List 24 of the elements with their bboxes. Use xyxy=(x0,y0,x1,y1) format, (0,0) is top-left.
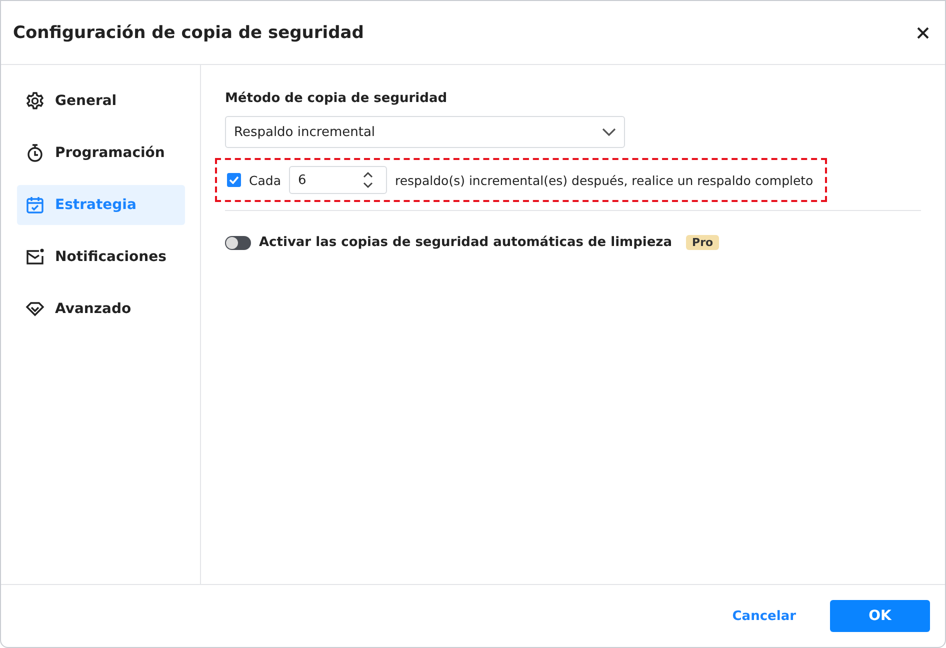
checkbox-label: Cada xyxy=(249,172,281,188)
sidebar-item[interactable]: Programación xyxy=(17,133,185,173)
stopwatch-icon xyxy=(25,143,45,163)
checkbox[interactable] xyxy=(227,173,241,187)
sidebar-item[interactable]: Notificaciones xyxy=(17,237,185,277)
cancel-button[interactable]: Cancelar xyxy=(726,608,802,624)
gear-icon xyxy=(25,91,45,111)
ok-button[interactable]: OK xyxy=(830,600,930,632)
field-label: Método de copia de seguridad xyxy=(225,91,448,106)
method-dropdown[interactable]: Respaldo incremental xyxy=(225,116,625,148)
option-text: respaldo(s) incremental(es) después, realice un respaldo completo xyxy=(394,172,814,188)
envelope-icon xyxy=(25,247,45,267)
window-title: Configuración de copia de seguridad xyxy=(13,22,364,42)
number-spinner[interactable]: 6 xyxy=(288,166,387,194)
toggle-switch[interactable] xyxy=(225,236,251,250)
diamond-icon xyxy=(25,299,45,319)
sidebar-item[interactable]: Avanzado xyxy=(17,289,185,329)
pro-badge: Pro xyxy=(686,235,720,250)
sidebar-item[interactable]: General xyxy=(17,81,185,121)
toggle-label: Activar las copias de seguridad automáticas de limpieza xyxy=(259,235,672,250)
close-icon xyxy=(917,26,929,38)
up-down-arrows-icon xyxy=(362,170,374,190)
calendar-icon xyxy=(25,195,45,215)
chevron-down-icon xyxy=(602,128,616,136)
